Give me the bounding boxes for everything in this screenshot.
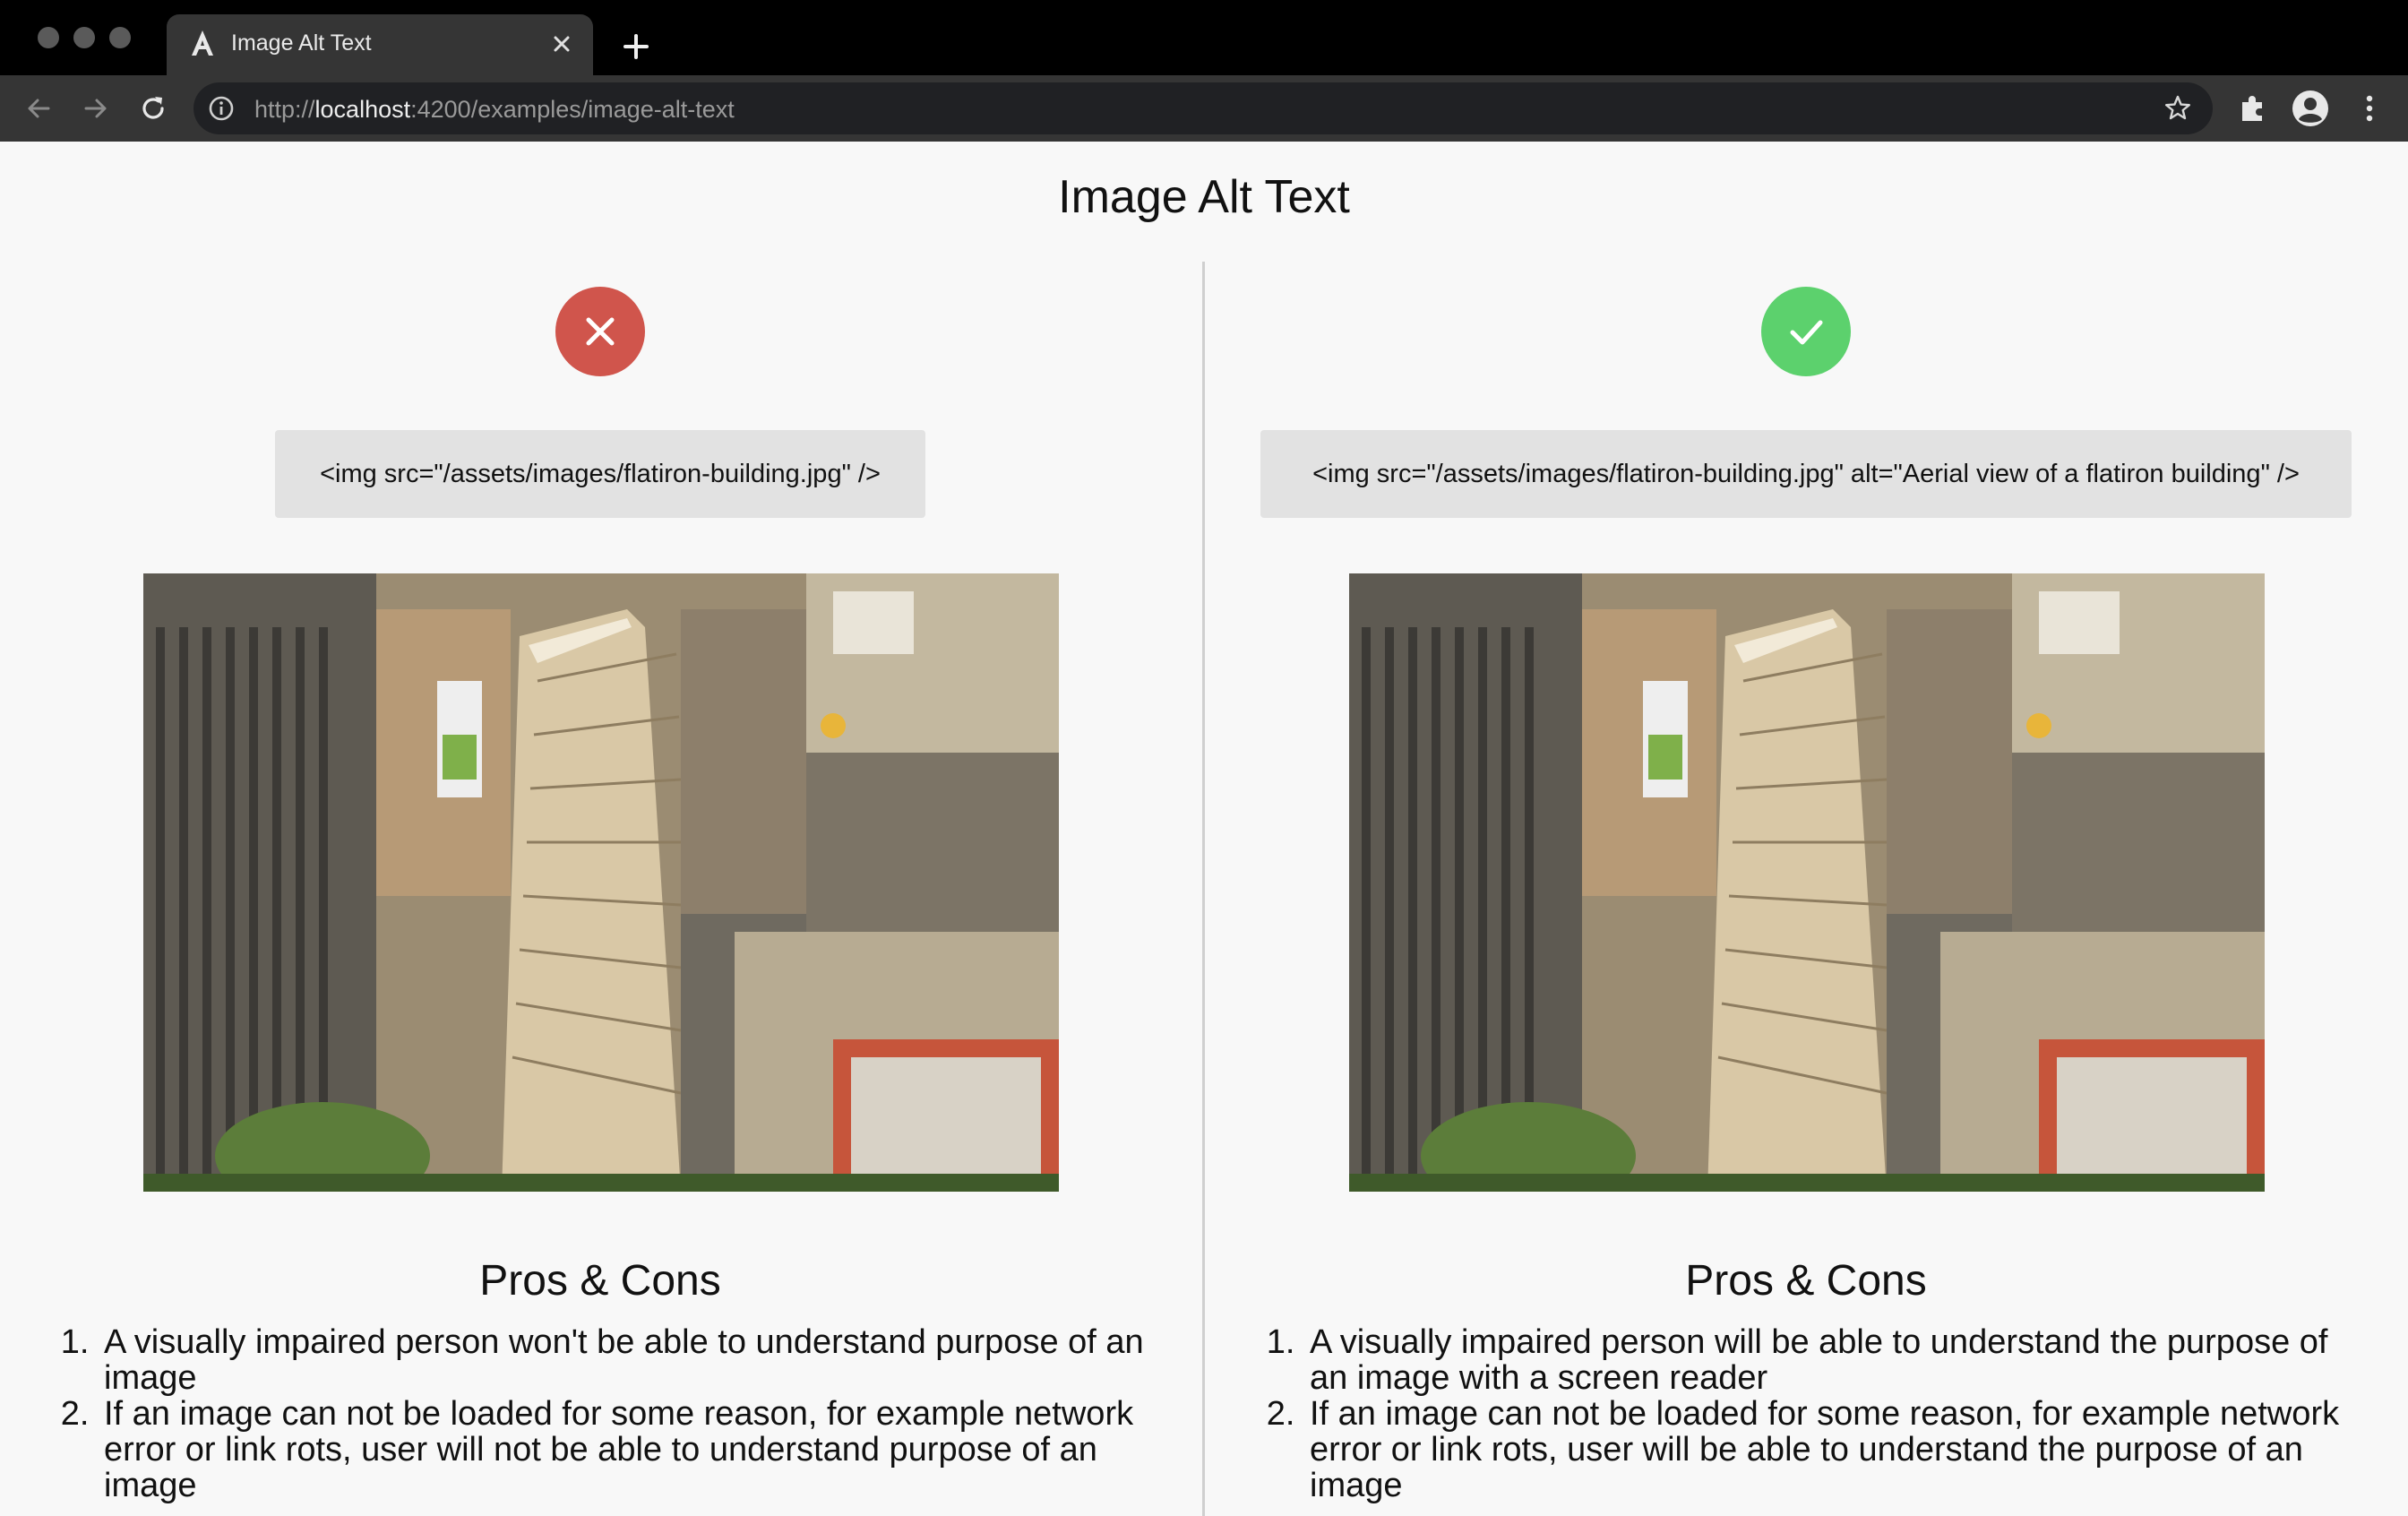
code-snippet: <img src="/assets/images/flatiron-buildi… — [1260, 430, 2352, 518]
browser-toolbar: http://localhost:4200/examples/image-alt… — [0, 75, 2408, 142]
browser-titlebar: Image Alt Text — [0, 0, 2408, 75]
pros-cons-title: Pros & Cons — [479, 1257, 721, 1305]
angular-logo-icon — [192, 30, 213, 56]
flatiron-building-image — [1349, 573, 2265, 1192]
bad-status-badge — [555, 287, 645, 376]
flatiron-building-image — [143, 573, 1059, 1192]
url-text[interactable]: http://localhost:4200/examples/image-alt… — [254, 96, 735, 124]
list-item: If an image can not be loaded for some r… — [99, 1396, 1150, 1503]
url-host: localhost — [314, 96, 411, 123]
window-minimize-dot[interactable] — [73, 27, 95, 48]
menu-kebab-icon[interactable] — [2351, 90, 2388, 127]
browser-tab[interactable]: Image Alt Text — [167, 14, 593, 75]
close-tab-icon[interactable] — [546, 29, 577, 59]
pros-cons-title: Pros & Cons — [1685, 1257, 1927, 1305]
flatiron-building-photo — [143, 573, 1059, 1192]
list-item: If an image can not be loaded for some r… — [1304, 1396, 2356, 1503]
good-status-badge — [1761, 287, 1851, 376]
window-maximize-dot[interactable] — [109, 27, 131, 48]
pros-cons-list: A visually impaired person will be able … — [1263, 1324, 2356, 1503]
check-icon — [1790, 320, 1823, 345]
list-item: A visually impaired person will be able … — [1304, 1324, 2356, 1396]
forward-arrow-icon[interactable] — [79, 91, 113, 125]
url-path: :4200/examples/image-alt-text — [410, 96, 735, 123]
back-arrow-icon[interactable] — [22, 91, 56, 125]
close-icon — [586, 317, 615, 346]
bad-example-column: <img src="/assets/images/flatiron-buildi… — [0, 142, 1200, 1505]
good-example-column: <img src="/assets/images/flatiron-buildi… — [1206, 142, 2406, 1505]
list-item: A visually impaired person won't be able… — [99, 1324, 1150, 1396]
window-close-dot[interactable] — [38, 27, 59, 48]
pros-cons-list: A visually impaired person won't be able… — [57, 1324, 1150, 1503]
new-tab-icon[interactable] — [618, 29, 654, 65]
page-content: Image Alt Text <img src="/assets/images/… — [0, 142, 2408, 1516]
bookmark-star-icon[interactable] — [2163, 93, 2193, 124]
column-divider — [1202, 262, 1205, 1516]
profile-avatar-icon[interactable] — [2292, 90, 2329, 127]
url-scheme: http:// — [254, 96, 315, 123]
address-bar[interactable]: http://localhost:4200/examples/image-alt… — [194, 82, 2213, 134]
reload-icon[interactable] — [136, 91, 170, 125]
tab-title: Image Alt Text — [231, 30, 372, 56]
site-info-icon[interactable] — [208, 95, 235, 122]
extensions-puzzle-icon[interactable] — [2234, 90, 2272, 127]
code-snippet: <img src="/assets/images/flatiron-buildi… — [275, 430, 925, 518]
flatiron-building-photo — [1349, 573, 2265, 1192]
